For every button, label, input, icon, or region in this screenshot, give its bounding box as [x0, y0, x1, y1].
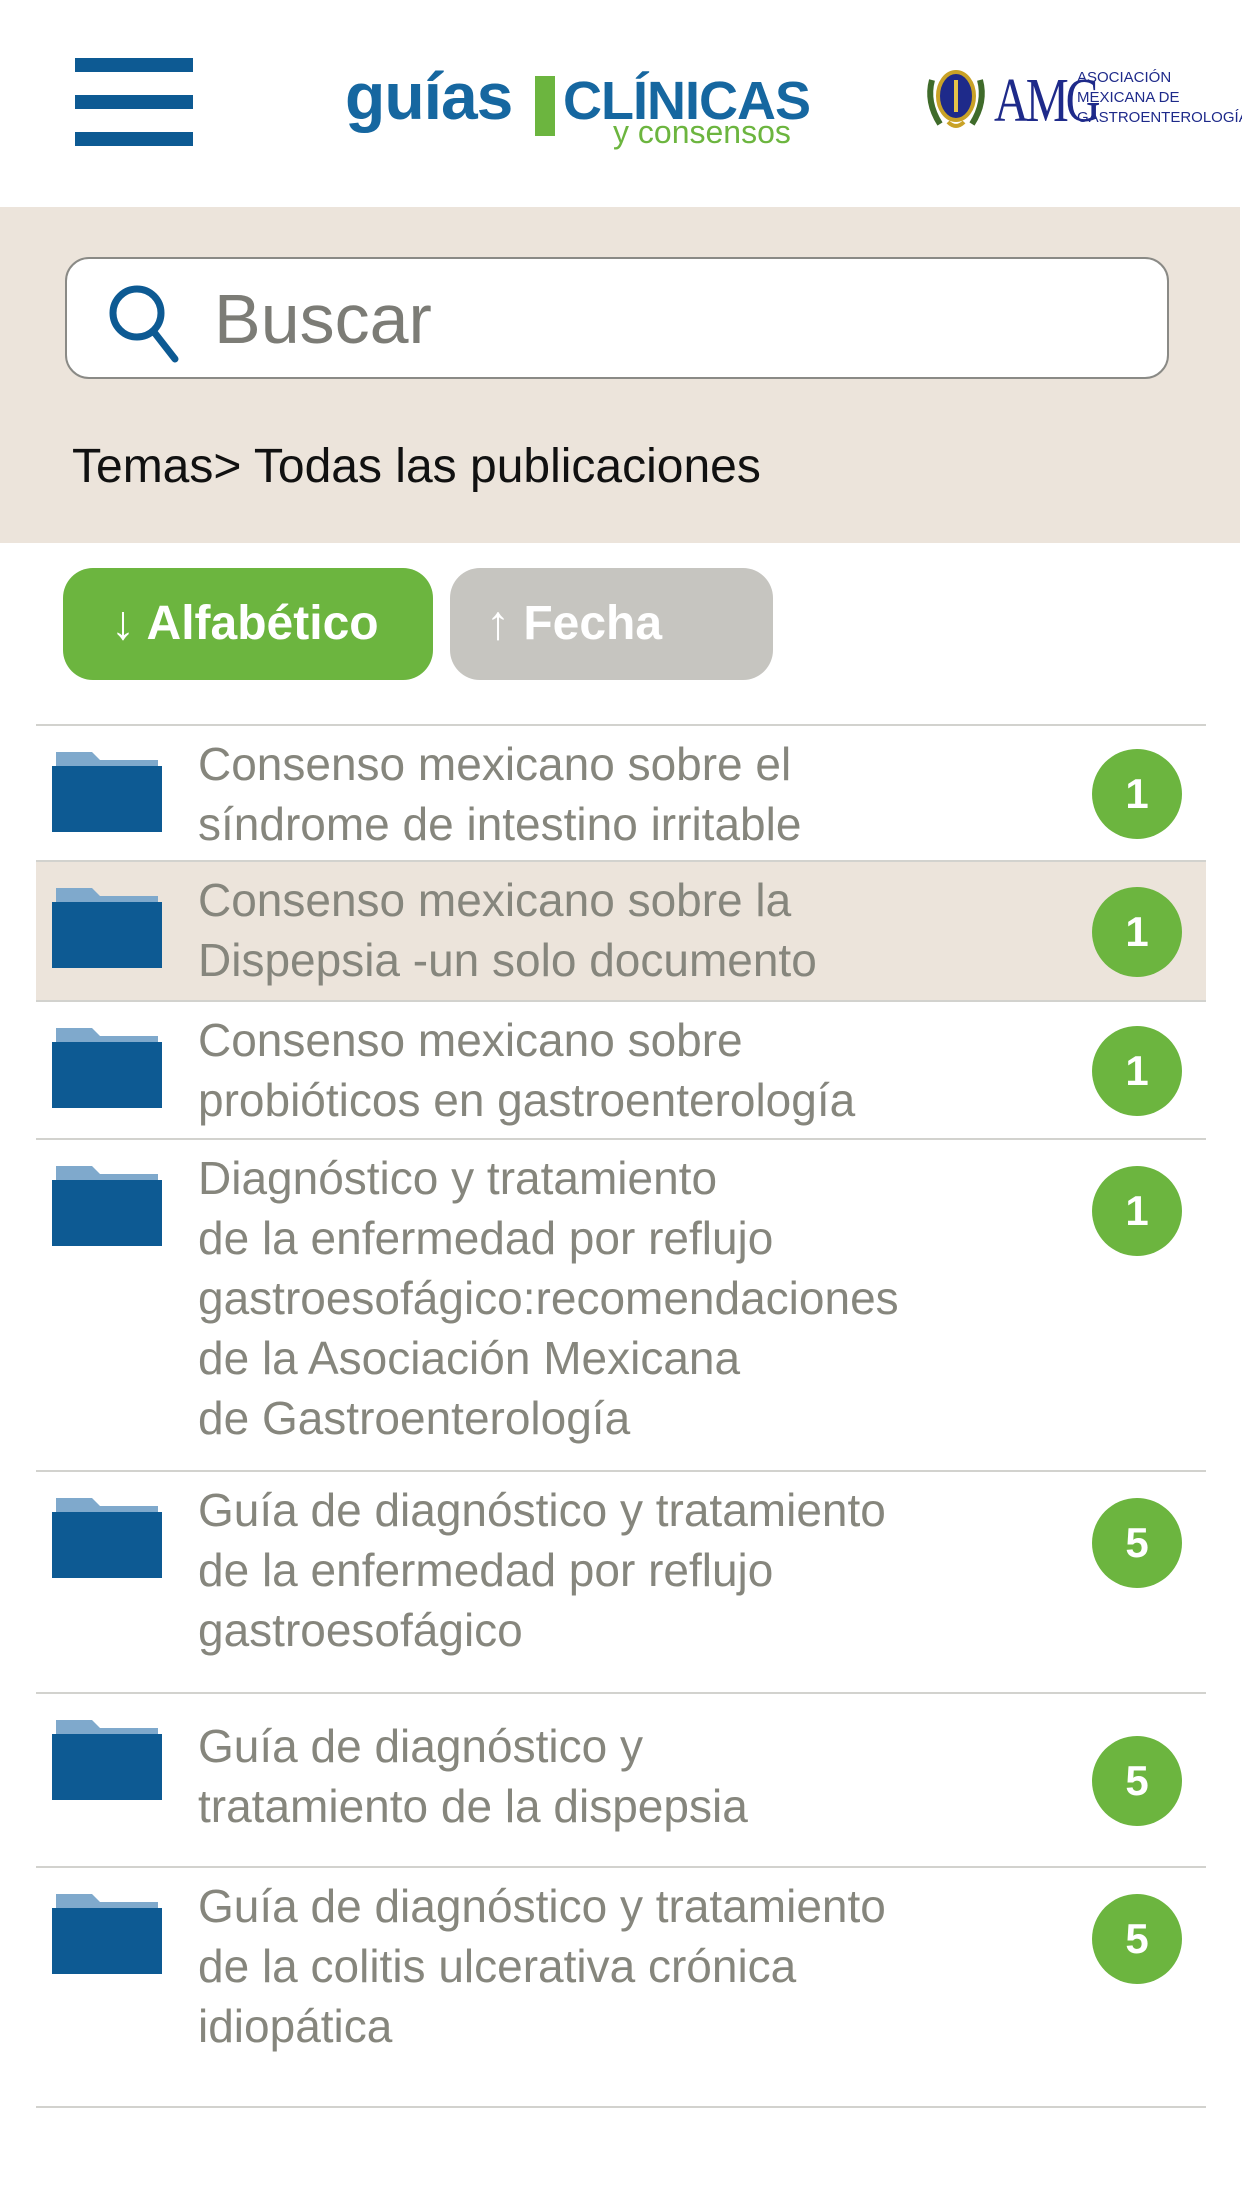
list-item-title-line: gastroesofágico	[198, 1604, 523, 1656]
amg-name-line: MEXICANA DE	[1077, 89, 1180, 106]
list-item-title: Guía de diagnóstico y tratamiento de la c…	[198, 1876, 1048, 2056]
app-header: guías CLÍNICAS y consensos AMG ASOCIACIÓ…	[0, 0, 1242, 207]
folder-icon-svg	[52, 888, 162, 968]
list-item-title-line: de la enfermedad por reflujo	[198, 1212, 774, 1264]
list-item-title-line: idiopática	[198, 2000, 393, 2052]
list-item-title-line: tratamiento de la dispepsia	[198, 1780, 748, 1832]
bookmark-icon	[535, 76, 555, 136]
folder-icon-svg	[52, 1028, 162, 1108]
list-item-title-line: Guía de diagnóstico y	[198, 1720, 643, 1772]
folder-icon	[52, 1886, 162, 1981]
list-item[interactable]: Consenso mexicano sobre probióticos en ga…	[36, 1000, 1206, 1138]
count-badge: 1	[1092, 749, 1182, 839]
publication-list: Consenso mexicano sobre el síndrome de in…	[36, 724, 1206, 2106]
count-badge: 5	[1092, 1894, 1182, 1984]
amg-name-line: GASTROENTEROLOGÍA	[1077, 109, 1242, 126]
logo-word-guias: guías	[345, 59, 513, 133]
search-input[interactable]	[212, 273, 1136, 365]
list-item-title-line: Consenso mexicano sobre la	[198, 874, 792, 926]
list-item-title-line: de Gastroenterología	[198, 1392, 631, 1444]
list-item[interactable]: Guía de diagnóstico y tratamiento de la d…	[36, 1692, 1206, 1866]
list-item-title-line: Guía de diagnóstico y tratamiento	[198, 1484, 886, 1536]
sort-date-button[interactable]: ↑ Fecha	[450, 568, 773, 680]
folder-icon-svg	[52, 1166, 162, 1246]
list-item-title-line: probióticos en gastroenterología	[198, 1074, 856, 1126]
list-item-title: Consenso mexicano sobre probióticos en ga…	[198, 1010, 1048, 1130]
list-item-title: Guía de diagnóstico y tratamiento de la d…	[198, 1716, 1048, 1836]
list-item-title-line: de la Asociación Mexicana	[198, 1332, 741, 1384]
list-item[interactable]: Guía de diagnóstico y tratamiento de la e…	[36, 1470, 1206, 1692]
search-box[interactable]	[65, 257, 1169, 379]
amg-logo: AMG ASOCIACIÓN MEXICANA DE GASTROENTEROL…	[922, 60, 1242, 144]
list-item-title: Guía de diagnóstico y tratamiento de la e…	[198, 1480, 1048, 1660]
search-panel: Temas> Todas las publicaciones	[0, 207, 1240, 543]
amg-name-line: ASOCIACIÓN	[1077, 69, 1172, 86]
folder-icon	[52, 880, 162, 975]
amg-seal-icon	[927, 70, 985, 128]
sort-alphabetical-button[interactable]: ↓ Alfabético	[63, 568, 433, 680]
list-item[interactable]: Diagnóstico y tratamiento de la enfermeda…	[36, 1138, 1206, 1470]
folder-icon	[52, 1712, 162, 1807]
folder-icon-svg	[52, 1498, 162, 1578]
search-icon	[109, 285, 179, 363]
list-item-title-line: de la colitis ulcerativa crónica	[198, 1940, 797, 1992]
folder-icon	[52, 1158, 162, 1253]
list-item-title: Consenso mexicano sobre el síndrome de in…	[198, 734, 1048, 854]
list-item-title-line: Consenso mexicano sobre	[198, 1014, 743, 1066]
list-item-title: Consenso mexicano sobre la Dispepsia -un …	[198, 870, 1048, 990]
folder-icon	[52, 744, 162, 839]
list-item-title-line: gastroesofágico:recomendaciones	[198, 1272, 899, 1324]
folder-icon	[52, 1490, 162, 1585]
folder-icon	[52, 1020, 162, 1115]
amg-full-name: ASOCIACIÓN MEXICANA DE GASTROENTEROLOGÍA	[1077, 68, 1242, 128]
count-badge: 1	[1092, 887, 1182, 977]
list-item[interactable]: Consenso mexicano sobre la Dispepsia -un …	[36, 860, 1206, 1000]
list-divider	[36, 2106, 1206, 2108]
folder-icon-svg	[52, 1720, 162, 1800]
count-badge: 1	[1092, 1026, 1182, 1116]
list-item-title-line: Dispepsia -un solo documento	[198, 934, 817, 986]
list-item-title-line: Diagnóstico y tratamiento	[198, 1152, 718, 1204]
list-item-title-line: de la enfermedad por reflujo	[198, 1544, 774, 1596]
logo-tagline: y consensos	[613, 114, 791, 150]
hamburger-menu-icon[interactable]	[75, 58, 193, 146]
list-item[interactable]: Guía de diagnóstico y tratamiento de la c…	[36, 1866, 1206, 2106]
breadcrumb: Temas> Todas las publicaciones	[72, 440, 761, 493]
list-item[interactable]: Consenso mexicano sobre el síndrome de in…	[36, 724, 1206, 860]
count-badge: 5	[1092, 1498, 1182, 1588]
list-item-title-line: Guía de diagnóstico y tratamiento	[198, 1880, 886, 1932]
folder-icon-svg	[52, 752, 162, 832]
folder-icon-svg	[52, 1894, 162, 1974]
count-badge: 1	[1092, 1166, 1182, 1256]
list-item-title-line: síndrome de intestino irritable	[198, 798, 802, 850]
count-badge: 5	[1092, 1736, 1182, 1826]
list-item-title-line: Consenso mexicano sobre el	[198, 738, 792, 790]
list-item-title: Diagnóstico y tratamiento de la enfermeda…	[198, 1148, 1048, 1448]
guias-clinicas-logo: guías CLÍNICAS y consensos	[345, 58, 815, 158]
